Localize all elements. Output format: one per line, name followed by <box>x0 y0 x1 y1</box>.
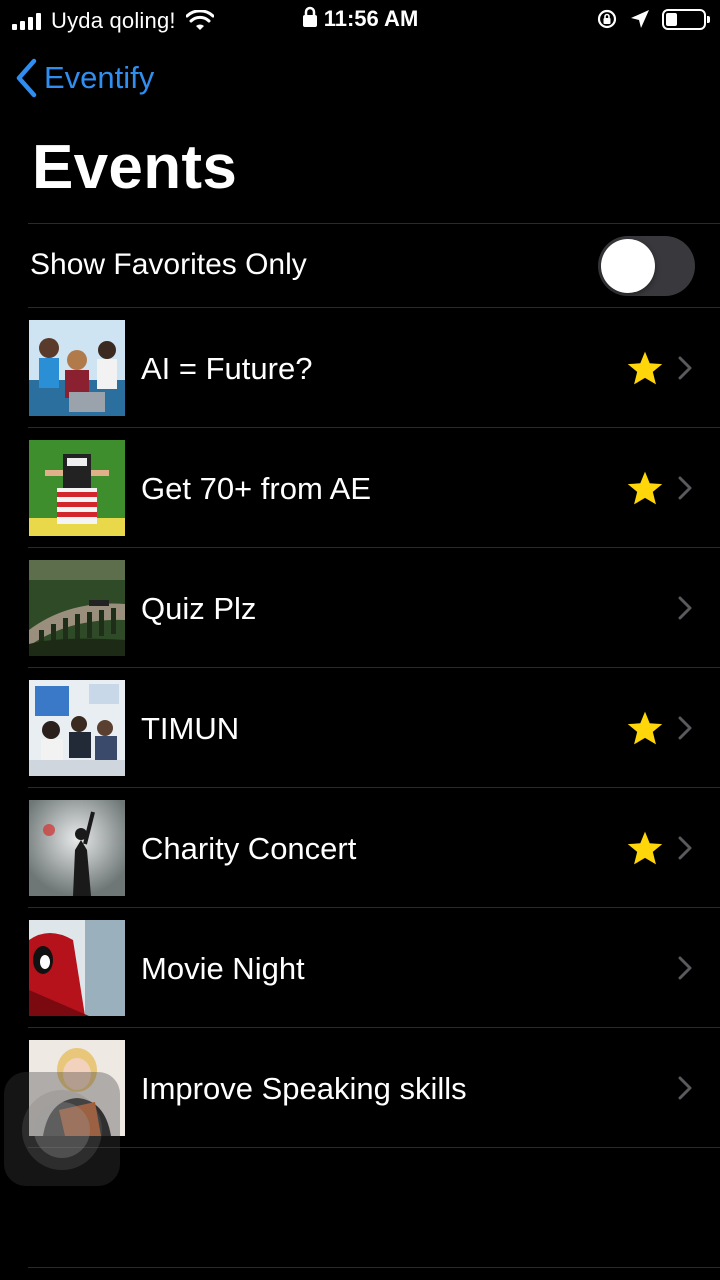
orientation-lock-icon <box>597 9 617 29</box>
event-title: AI = Future? <box>141 351 313 386</box>
photo-viaduct-train <box>29 560 125 656</box>
event-title: Get 70+ from AE <box>141 471 372 506</box>
event-list: AI = Future? Get 70+ from AE Quiz Plz TI… <box>0 308 720 1148</box>
chevron-right-icon <box>678 836 692 860</box>
page-title: Events <box>32 133 238 202</box>
event-title: TIMUN <box>141 711 240 746</box>
status-bar: Uyda qoling! 11:56 AM <box>0 0 720 40</box>
assistive-touch-button[interactable] <box>4 1072 120 1186</box>
divider <box>28 1267 720 1268</box>
event-row[interactable]: Movie Night <box>0 908 720 1028</box>
star-icon <box>627 831 663 865</box>
chevron-right-icon <box>678 956 692 980</box>
favorites-row: Show Favorites Only <box>0 224 720 308</box>
status-right <box>596 8 710 30</box>
event-row[interactable]: Charity Concert <box>0 788 720 908</box>
toggle-knob <box>601 239 655 293</box>
photo-conference <box>29 680 125 776</box>
favorites-toggle[interactable] <box>598 236 695 296</box>
event-title: Charity Concert <box>141 831 357 866</box>
favorites-label: Show Favorites Only <box>30 248 307 281</box>
back-button-label: Eventify <box>44 60 155 95</box>
event-title: Quiz Plz <box>141 591 257 626</box>
status-time: 11:56 AM <box>323 6 419 31</box>
chevron-right-icon <box>678 1076 692 1100</box>
event-row[interactable]: Get 70+ from AE <box>0 428 720 548</box>
star-icon <box>627 471 663 505</box>
chevron-left-icon <box>16 58 37 98</box>
chevron-right-icon <box>678 476 692 500</box>
back-button[interactable]: Eventify <box>14 58 154 98</box>
event-title: Improve Speaking skills <box>141 1071 467 1106</box>
star-icon <box>627 351 663 385</box>
event-row[interactable]: AI = Future? <box>0 308 720 428</box>
battery-icon <box>662 8 710 30</box>
photo-group-laptop <box>29 320 125 416</box>
event-row[interactable]: Quiz Plz <box>0 548 720 668</box>
event-title: Movie Night <box>141 951 305 986</box>
chevron-right-icon <box>678 716 692 740</box>
star-icon <box>627 711 663 745</box>
chevron-right-icon <box>678 596 692 620</box>
event-row[interactable]: TIMUN <box>0 668 720 788</box>
chevron-right-icon <box>678 356 692 380</box>
photo-reading-book <box>29 440 125 536</box>
photo-deadpool <box>29 920 125 1016</box>
location-arrow-icon <box>631 10 649 28</box>
lock-icon <box>302 6 317 27</box>
photo-concert-singer <box>29 800 125 896</box>
